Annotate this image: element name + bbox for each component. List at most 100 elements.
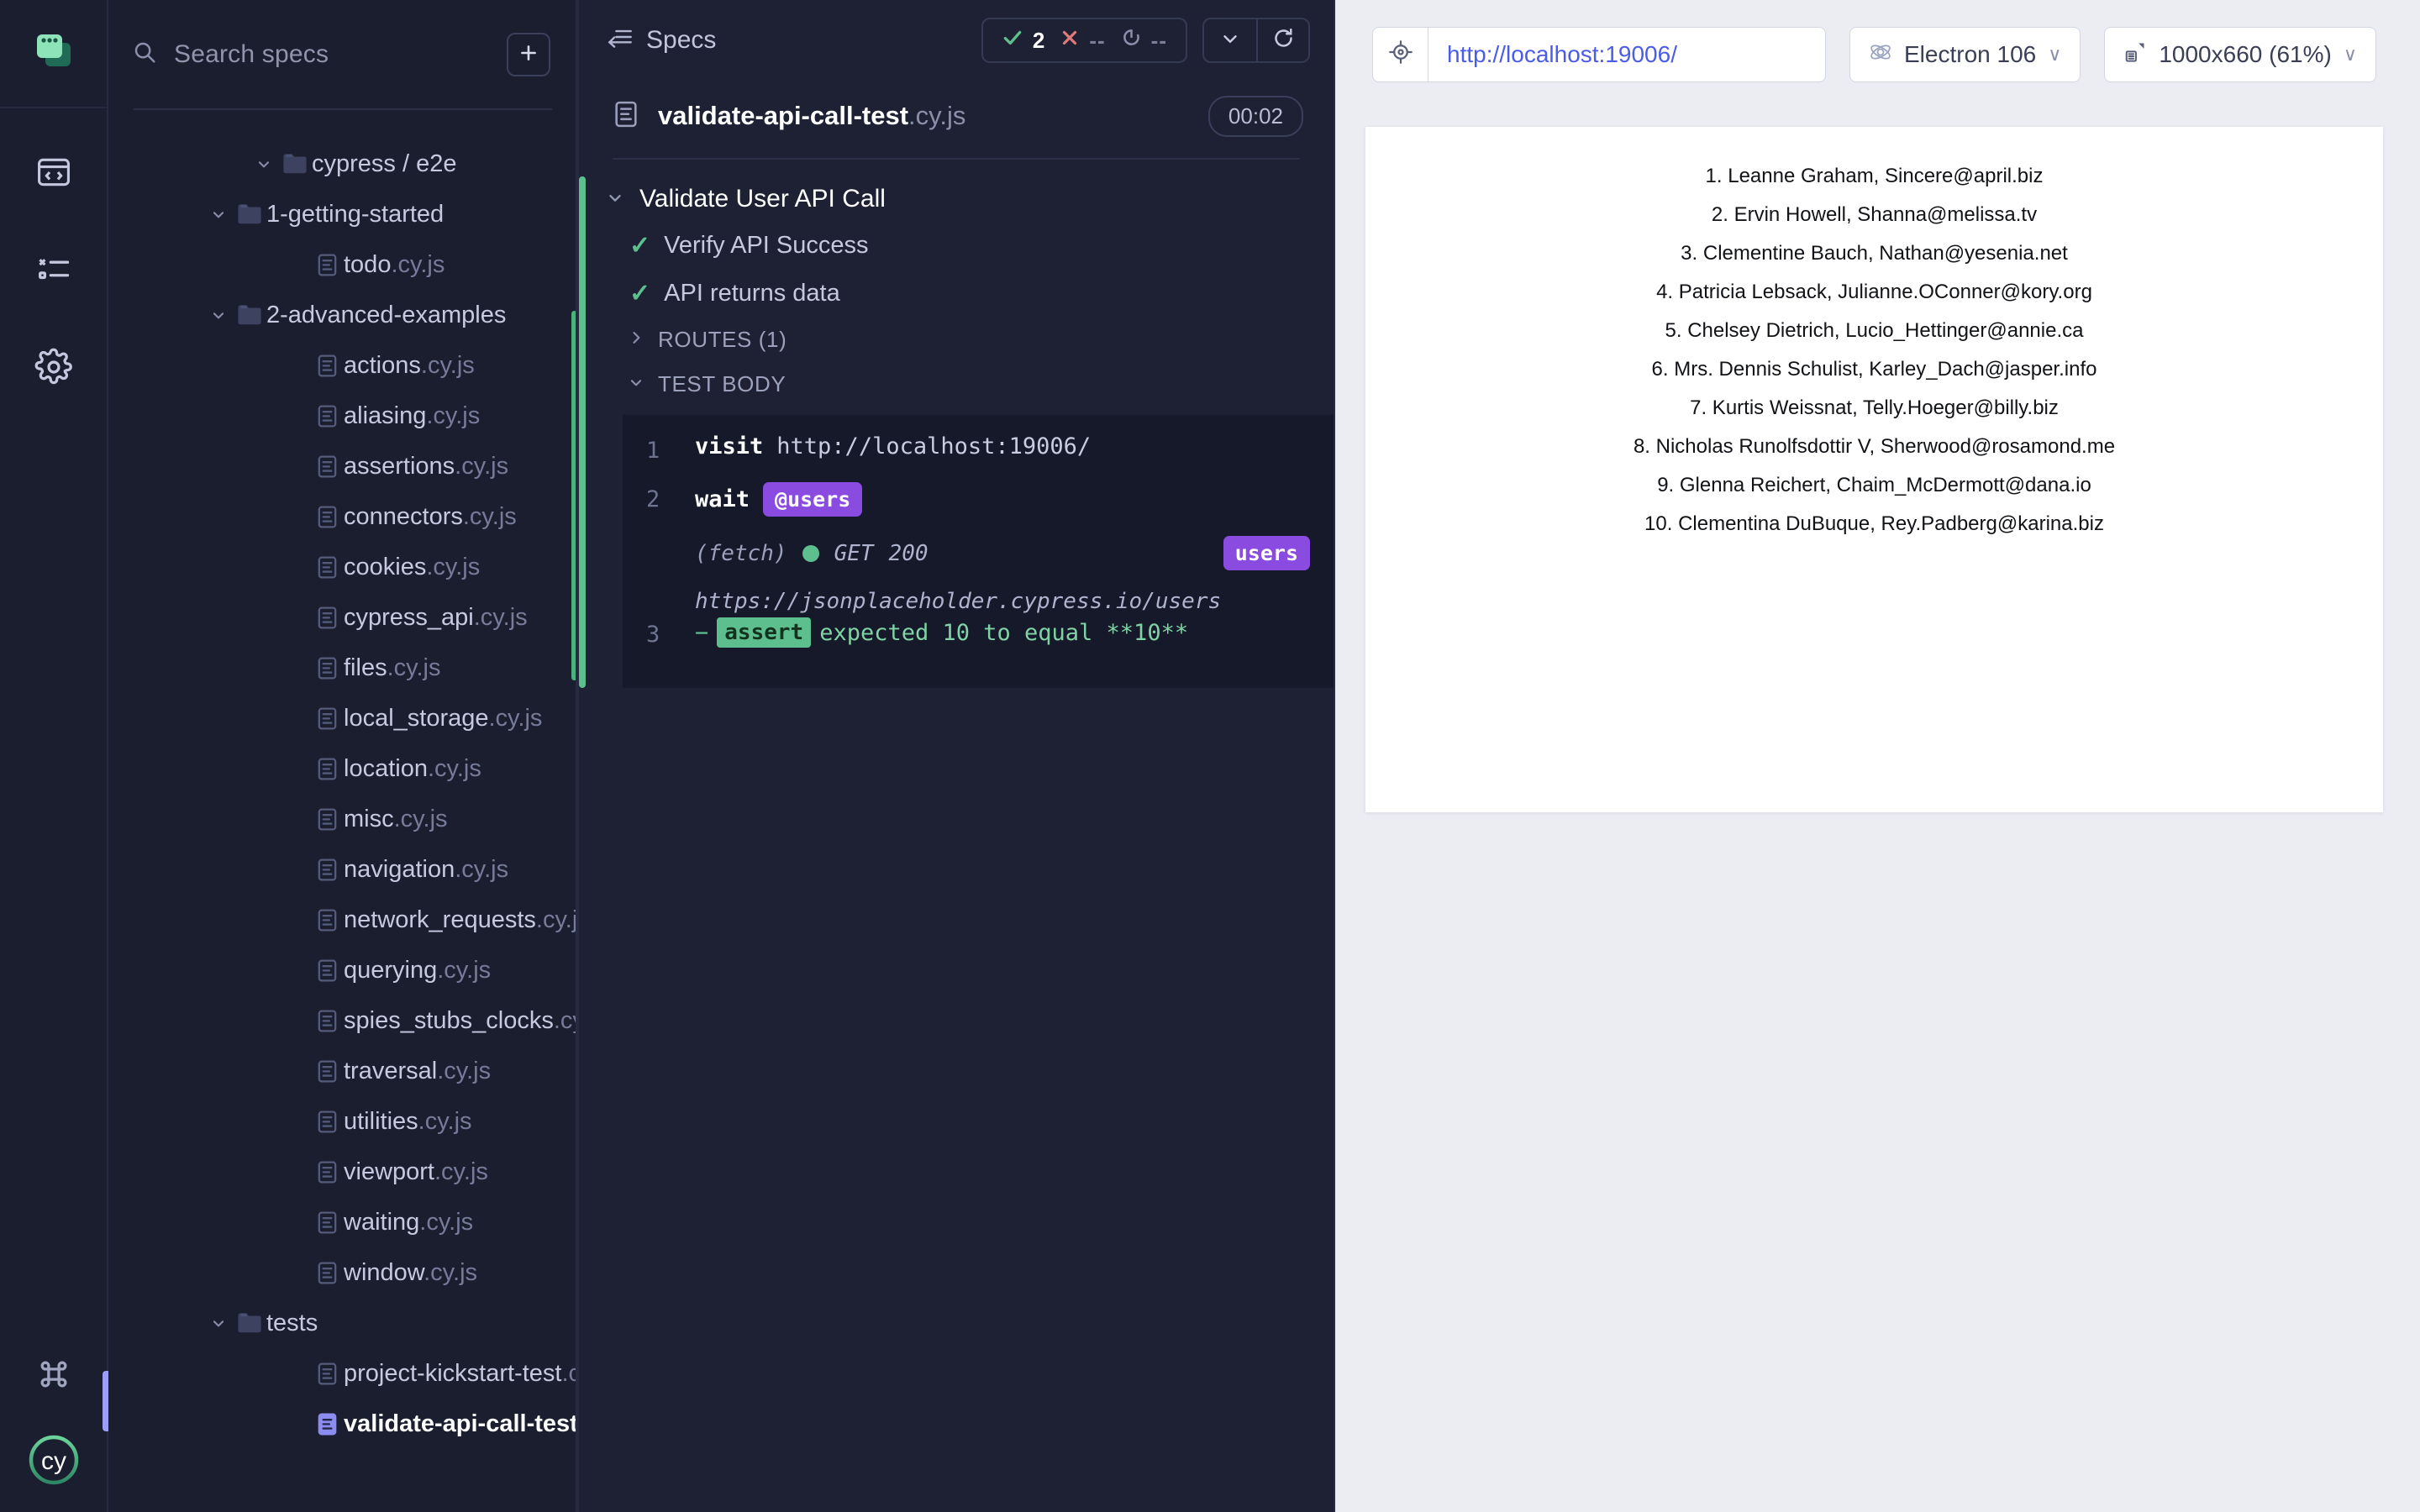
- stat-passed: 2: [1002, 27, 1044, 55]
- chevron-down-icon[interactable]: [204, 307, 233, 323]
- keyboard-shortcuts-button[interactable]: [27, 1349, 81, 1403]
- spec-file-label: waiting.cy.js: [344, 1208, 474, 1236]
- x-icon: [1060, 28, 1080, 54]
- browser-label: Electron 106: [1904, 40, 2037, 67]
- xhr-type: (fetch): [695, 540, 787, 566]
- preview-toolbar: http://localhost:19006/ Electron 106 ∨ 1…: [1335, 0, 2420, 108]
- viewport-selector[interactable]: 1000x660 (61%) ∨: [2104, 26, 2376, 82]
- spec-file-row[interactable]: actions.cy.js: [108, 340, 577, 391]
- cypress-window-icon: [32, 29, 76, 77]
- suite-title-row[interactable]: Validate User API Call: [579, 176, 1334, 222]
- spec-file-row[interactable]: querying.cy.js: [108, 945, 577, 995]
- spec-file-row[interactable]: utilities.cy.js: [108, 1096, 577, 1147]
- search-input[interactable]: Search specs: [132, 39, 492, 69]
- add-spec-button[interactable]: [507, 32, 550, 76]
- spec-file-row[interactable]: spies_stubs_clocks.cy.js: [108, 995, 577, 1046]
- spec-folder-row[interactable]: tests: [108, 1298, 577, 1348]
- list-item: 5. Chelsey Dietrich, Lucio_Hettinger@ann…: [1665, 319, 2084, 342]
- rail-logo-cell[interactable]: [0, 0, 107, 108]
- command-arg: http://localhost:19006/: [776, 433, 1092, 459]
- left-icon-rail: cy: [0, 0, 108, 1512]
- cypress-logo-button[interactable]: cy: [27, 1433, 81, 1487]
- spec-file-icon: [310, 1261, 344, 1285]
- spec-file-label: viewport.cy.js: [344, 1158, 488, 1185]
- user-list: 1. Leanne Graham, Sincere@april.biz 2. Er…: [1365, 127, 2383, 543]
- sidebar-item-runs[interactable]: [27, 244, 81, 298]
- back-to-specs-label: Specs: [646, 26, 717, 54]
- collapse-all-button[interactable]: [1204, 19, 1256, 61]
- test-row[interactable]: ✓ Verify API Success: [579, 222, 1334, 270]
- spec-file-row[interactable]: cookies.cy.js: [108, 542, 577, 592]
- xhr-row[interactable]: (fetch) GET 200 users https://jsonplaceh…: [646, 531, 1310, 617]
- sidebar-item-settings[interactable]: [27, 342, 81, 396]
- check-icon: [1002, 27, 1023, 55]
- spec-file-icon: [310, 1160, 344, 1184]
- spec-file-row[interactable]: network_requests.cy.js: [108, 895, 577, 945]
- test-row[interactable]: ✓ API returns data: [579, 270, 1334, 318]
- chevron-down-icon[interactable]: [204, 1315, 233, 1331]
- assertion-label: assert: [717, 617, 812, 648]
- command-row[interactable]: 1 visit http://localhost:19006/: [646, 433, 1310, 482]
- spec-file-row[interactable]: viewport.cy.js: [108, 1147, 577, 1197]
- spec-file-row[interactable]: project-kickstart-test.cy.js: [108, 1348, 577, 1399]
- spec-file-row[interactable]: cypress_api.cy.js: [108, 592, 577, 643]
- spec-file-row[interactable]: todo.cy.js: [108, 239, 577, 290]
- chevron-down-icon[interactable]: [250, 155, 278, 172]
- chevron-down-icon[interactable]: [204, 206, 233, 223]
- spec-file-icon: [310, 404, 344, 428]
- spec-header-divider: [613, 158, 1300, 160]
- spec-file-row[interactable]: misc.cy.js: [108, 794, 577, 844]
- browser-selector[interactable]: Electron 106 ∨: [1849, 26, 2081, 82]
- test-body-section-label: TEST BODY: [658, 371, 786, 396]
- alias-chip: @users: [763, 482, 863, 517]
- spec-file-row[interactable]: validate-api-call-test.cy.js: [108, 1399, 577, 1449]
- chevron-down-icon: [1219, 28, 1241, 54]
- command-row[interactable]: 2 wait @users: [646, 482, 1310, 531]
- stat-passed-value: 2: [1032, 27, 1045, 53]
- back-to-specs-button[interactable]: Specs: [608, 26, 716, 55]
- spec-file-row[interactable]: connectors.cy.js: [108, 491, 577, 542]
- spec-folder-row[interactable]: 2-advanced-examples: [108, 290, 577, 340]
- spec-file-row[interactable]: navigation.cy.js: [108, 844, 577, 895]
- spec-file-row[interactable]: files.cy.js: [108, 643, 577, 693]
- assertion-row[interactable]: 3 − assert expected 10 to equal **10**: [646, 617, 1310, 666]
- status-dot-icon: [802, 544, 819, 562]
- spec-file-row[interactable]: location.cy.js: [108, 743, 577, 794]
- spec-file-label: validate-api-call-test.cy.js: [344, 1410, 577, 1437]
- selector-playground-button[interactable]: [1373, 27, 1428, 81]
- spec-file-row[interactable]: traversal.cy.js: [108, 1046, 577, 1096]
- spec-title: validate-api-call-test.cy.js: [658, 101, 965, 131]
- url-input[interactable]: http://localhost:19006/: [1428, 41, 1677, 68]
- spec-folder-row[interactable]: cypress / e2e: [108, 139, 577, 189]
- restart-tests-button[interactable]: [1256, 19, 1308, 61]
- routes-section-label: ROUTES (1): [658, 327, 787, 352]
- spec-file-icon: [310, 656, 344, 680]
- spec-file-row[interactable]: window.cy.js: [108, 1247, 577, 1298]
- viewport-label: 1000x660 (61%): [2159, 40, 2332, 67]
- code-window-icon: [35, 154, 72, 195]
- gear-icon: [34, 348, 73, 391]
- plus-icon: [518, 40, 539, 69]
- spec-file-icon: [310, 354, 344, 378]
- list-item: 7. Kurtis Weissnat, Telly.Hoeger@billy.b…: [1690, 396, 2059, 419]
- sidebar-item-specs[interactable]: [27, 147, 81, 201]
- test-body-section-toggle[interactable]: TEST BODY: [579, 362, 1334, 407]
- spec-file-icon: [310, 454, 344, 479]
- spec-file-row[interactable]: assertions.cy.js: [108, 441, 577, 491]
- spec-file-row[interactable]: aliasing.cy.js: [108, 391, 577, 441]
- spec-tree: cypress / e2e 1-getting-started todo.cy.js…: [108, 110, 577, 1512]
- routes-section-toggle[interactable]: ROUTES (1): [579, 318, 1334, 362]
- command-number: 1: [646, 438, 660, 464]
- sidebar-border: [576, 0, 577, 1512]
- spec-file-label: traversal.cy.js: [344, 1057, 492, 1084]
- stat-failed: --: [1060, 28, 1105, 54]
- spec-file-icon: [310, 505, 344, 529]
- spec-file-row[interactable]: local_storage.cy.js: [108, 693, 577, 743]
- suite-title: Validate User API Call: [639, 185, 886, 213]
- spec-file-row[interactable]: waiting.cy.js: [108, 1197, 577, 1247]
- folder-icon: [233, 1312, 266, 1334]
- spec-file-label: assertions.cy.js: [344, 452, 509, 480]
- spec-folder-row[interactable]: 1-getting-started: [108, 189, 577, 239]
- command-number: 2: [646, 486, 660, 512]
- suite-status-bar: [579, 176, 586, 688]
